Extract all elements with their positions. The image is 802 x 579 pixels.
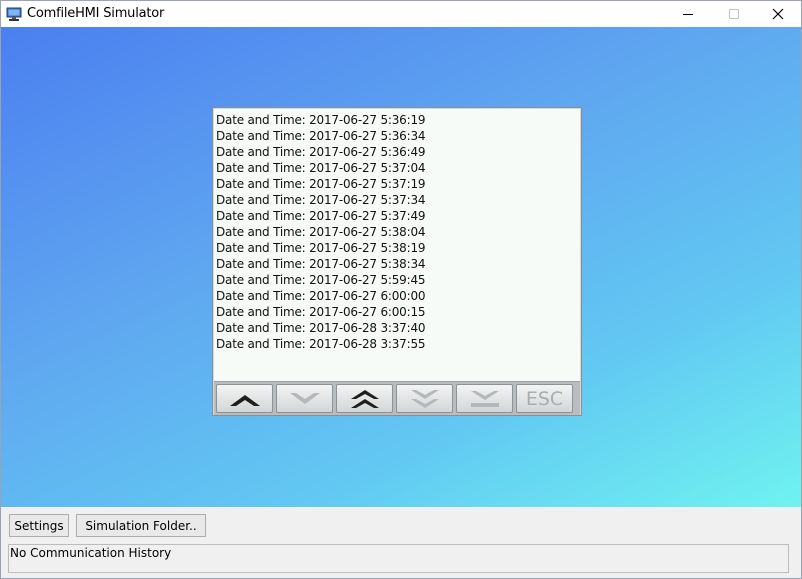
escape-label: ESC — [525, 387, 564, 410]
escape-button[interactable]: ESC — [516, 384, 573, 413]
double-chevron-down-icon — [410, 389, 439, 408]
log-entry: Date and Time: 2017-06-27 5:38:19 — [216, 241, 426, 255]
log-entry: Date and Time: 2017-06-27 6:00:15 — [216, 305, 426, 319]
minimize-button[interactable] — [665, 1, 711, 27]
hmi-screen: Date and Time: 2017-06-27 5:36:19 Date an… — [1, 27, 801, 507]
scroll-up-button[interactable] — [216, 384, 273, 413]
scroll-down-button[interactable] — [276, 384, 333, 413]
log-entry: Date and Time: 2017-06-27 5:36:49 — [216, 145, 426, 159]
page-up-button[interactable] — [336, 384, 393, 413]
minimize-icon — [683, 14, 693, 15]
log-entry: Date and Time: 2017-06-28 3:37:40 — [216, 321, 426, 335]
simulation-folder-button[interactable]: Simulation Folder.. — [76, 514, 206, 537]
close-icon — [772, 8, 784, 20]
log-list[interactable]: Date and Time: 2017-06-27 5:36:19 Date an… — [216, 112, 576, 380]
log-entry: Date and Time: 2017-06-27 5:38:04 — [216, 225, 426, 239]
page-down-button[interactable] — [396, 384, 453, 413]
settings-button[interactable]: Settings — [9, 514, 69, 537]
log-entry: Date and Time: 2017-06-27 5:37:49 — [216, 209, 426, 223]
log-entry: Date and Time: 2017-06-27 6:00:00 — [216, 289, 426, 303]
log-entry: Date and Time: 2017-06-28 3:37:55 — [216, 337, 426, 351]
communication-history[interactable]: No Communication History — [8, 544, 789, 573]
monitor-icon — [6, 6, 22, 22]
close-button[interactable] — [755, 1, 801, 27]
log-entry: Date and Time: 2017-06-27 5:37:19 — [216, 177, 426, 191]
control-bar: Settings Simulation Folder.. No Communic… — [1, 507, 801, 578]
maximize-button — [711, 1, 757, 27]
log-entry: Date and Time: 2017-06-27 5:36:34 — [216, 129, 426, 143]
maximize-icon — [729, 9, 739, 19]
scroll-to-bottom-icon — [470, 390, 499, 407]
chevron-down-icon — [289, 392, 320, 404]
log-entry: Date and Time: 2017-06-27 5:37:34 — [216, 193, 426, 207]
window-title: ComfileHMI Simulator — [27, 6, 165, 21]
log-panel: Date and Time: 2017-06-27 5:36:19 Date an… — [212, 107, 582, 416]
log-navigation-bar: ESC — [214, 381, 580, 415]
log-entry: Date and Time: 2017-06-27 5:36:19 — [216, 113, 426, 127]
chevron-up-icon — [229, 394, 260, 406]
title-bar[interactable]: ComfileHMI Simulator — [1, 1, 801, 27]
scroll-to-bottom-button[interactable] — [456, 384, 513, 413]
log-entry: Date and Time: 2017-06-27 5:59:45 — [216, 273, 426, 287]
log-entry: Date and Time: 2017-06-27 5:38:34 — [216, 257, 426, 271]
log-entry: Date and Time: 2017-06-27 5:37:04 — [216, 161, 426, 175]
simulator-window: ComfileHMI Simulator Date and Time: 2017… — [0, 0, 802, 579]
double-chevron-up-icon — [350, 389, 379, 408]
